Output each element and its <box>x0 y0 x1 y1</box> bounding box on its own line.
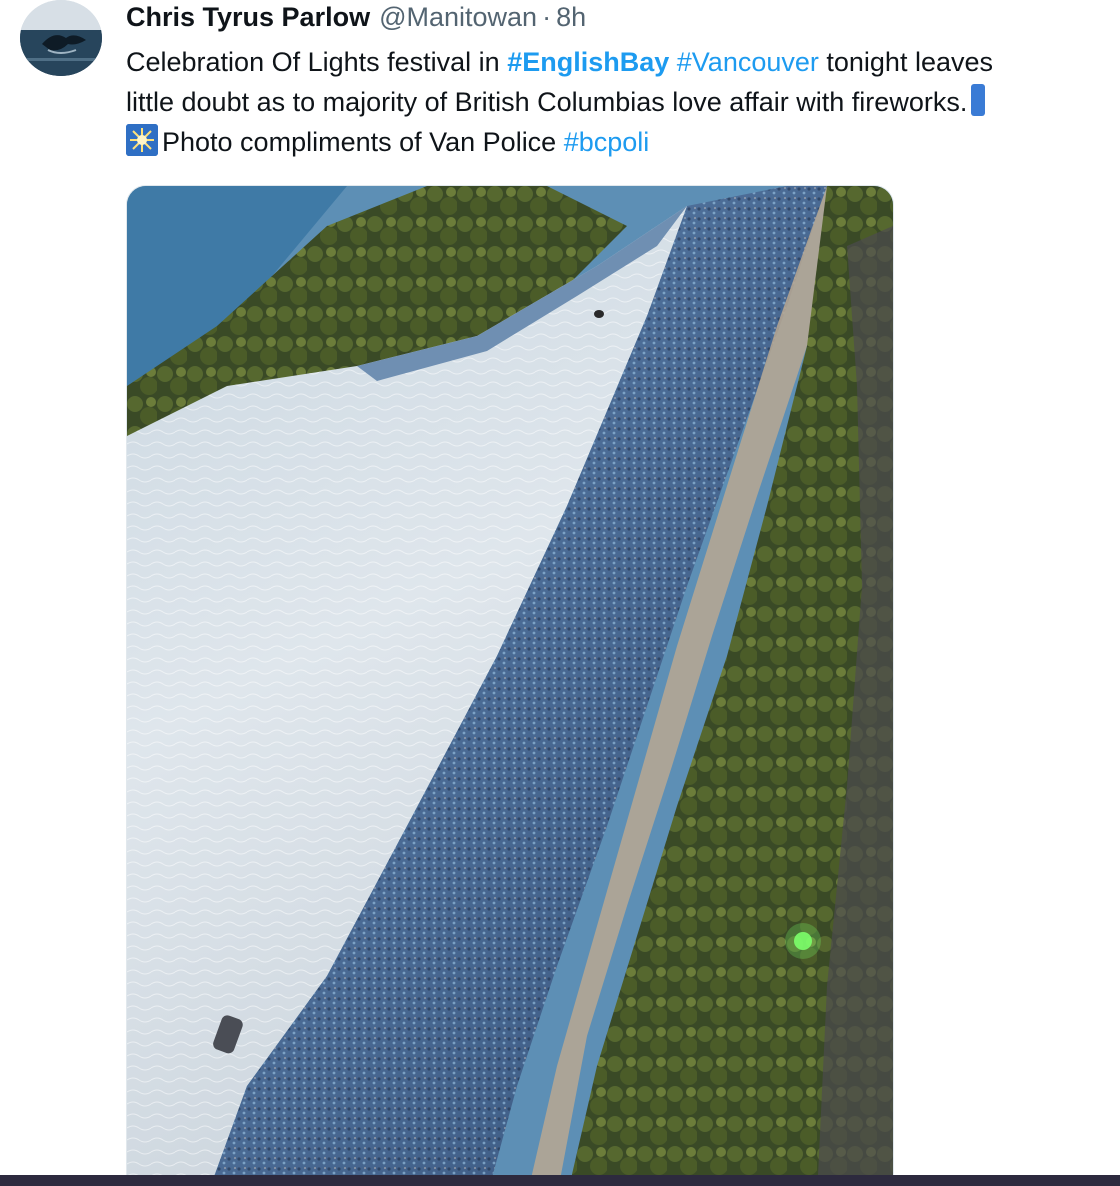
tweet-text-line-2: little doubt as to majority of British C… <box>126 82 1120 122</box>
tweet-timestamp[interactable]: 8h <box>556 2 586 33</box>
text-segment: little doubt as to majority of British C… <box>126 87 968 117</box>
text-segment: Photo compliments of Van Police <box>162 127 564 157</box>
text-segment: tonight leaves <box>818 47 993 77</box>
tweet-text: Celebration Of Lights festival in #Engli… <box>126 42 1120 162</box>
tweet-text-line-1: Celebration Of Lights festival in #Engli… <box>126 42 1120 82</box>
hashtag-englishbay[interactable]: #EnglishBay <box>507 47 669 77</box>
author-name[interactable]: Chris Tyrus Parlow <box>126 2 370 33</box>
avatar[interactable] <box>20 0 102 76</box>
tweet-header: Chris Tyrus Parlow @Manitowan · 8h <box>126 0 586 34</box>
author-handle[interactable]: @Manitowan <box>379 2 537 33</box>
aerial-crowd-image <box>127 186 893 1186</box>
separator-dot: · <box>542 1 552 32</box>
hashtag-bcpoli[interactable]: #bcpoli <box>564 127 650 157</box>
sparkler-icon <box>126 124 158 156</box>
whale-tail-icon <box>20 0 102 76</box>
hashtag-vancouver[interactable]: #Vancouver <box>677 47 819 77</box>
fireworks-icon <box>971 84 986 116</box>
tweet-text-line-3: Photo compliments of Van Police #bcpoli <box>126 122 1120 162</box>
bottom-bar <box>0 1175 1120 1186</box>
tweet: Chris Tyrus Parlow @Manitowan · 8h Celeb… <box>0 0 1120 1186</box>
text-segment: Celebration Of Lights festival in <box>126 47 508 77</box>
tweet-photo[interactable] <box>126 185 894 1186</box>
